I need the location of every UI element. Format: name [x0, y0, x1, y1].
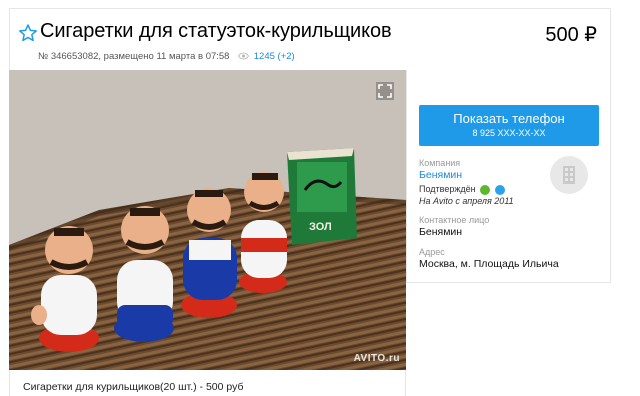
- eye-icon: [238, 53, 250, 60]
- photo-illustration: ЗОЛ: [9, 70, 406, 370]
- description-box: Сигаретки для курильщиков(20 шт.) - 500 …: [9, 370, 406, 396]
- phone-check-icon: [480, 184, 491, 195]
- on-avito-since: На Avito с апреля 2011: [419, 196, 514, 206]
- listing-header: Сигаретки для статуэток-курильщиков № 34…: [9, 8, 611, 70]
- figurine: [181, 188, 237, 318]
- show-phone-button[interactable]: Показать телефон 8 925 XXX-XX-XX: [419, 105, 599, 146]
- figurine: [239, 172, 287, 293]
- page-title: Сигаретки для статуэток-курильщиков: [40, 20, 392, 42]
- seller-panel: Показать телефон 8 925 XXX-XX-XX Компани…: [406, 70, 611, 283]
- listing-number-and-date: № 346653082, размещено 11 марта в 07:58: [38, 51, 230, 62]
- company-label: Компания: [419, 158, 461, 168]
- building-icon[interactable]: [550, 156, 588, 194]
- price: 500 ₽: [545, 24, 597, 46]
- fullscreen-icon[interactable]: [376, 82, 394, 100]
- listing-photo[interactable]: ЗОЛ AVITO.ru: [9, 70, 406, 370]
- globe-check-icon: [494, 184, 505, 195]
- company-name-link[interactable]: Бенямин: [419, 169, 462, 181]
- contact-name: Бенямин: [419, 226, 463, 238]
- figurine: [114, 206, 174, 342]
- address-value: Москва, м. Площадь Ильича: [419, 258, 559, 270]
- listing-description: Сигаретки для курильщиков(20 шт.) - 500 …: [23, 381, 244, 393]
- photo-watermark: AVITO.ru: [353, 353, 400, 364]
- listing-meta: № 346653082, размещено 11 марта в 07:58 …: [38, 51, 295, 62]
- show-phone-label: Показать телефон: [453, 111, 565, 126]
- svg-text:ЗОЛ: ЗОЛ: [309, 221, 332, 233]
- star-outline-icon[interactable]: [18, 23, 38, 43]
- address-label: Адрес: [419, 247, 445, 257]
- matchbox: ЗОЛ: [287, 148, 357, 245]
- views-counter[interactable]: 1245 (+2): [254, 51, 295, 62]
- phone-mask: 8 925 XXX-XX-XX: [472, 128, 546, 138]
- verified-row: Подтверждён: [419, 184, 505, 195]
- contact-label: Контактное лицо: [419, 215, 490, 225]
- confirmed-text: Подтверждён: [419, 184, 476, 194]
